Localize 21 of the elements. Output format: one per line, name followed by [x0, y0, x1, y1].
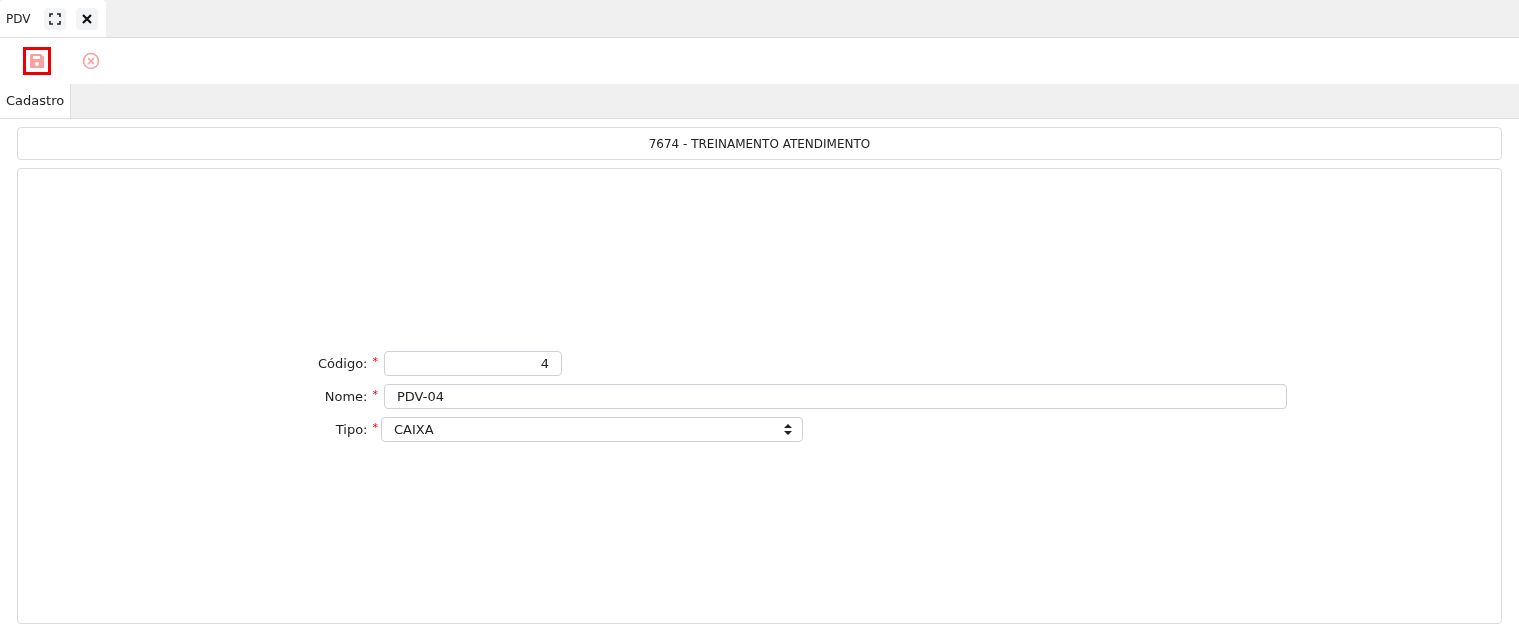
required-mark: *: [372, 386, 378, 403]
save-icon: [29, 53, 45, 69]
form-tab[interactable]: Cadastro: [0, 84, 72, 118]
field-label: Nome:: [324, 387, 368, 406]
field-label: Tipo:: [335, 420, 368, 439]
tab-label: PDV: [6, 10, 31, 28]
field-label: Código:: [318, 354, 368, 373]
maximize-button[interactable]: [44, 7, 67, 30]
required-mark: *: [372, 419, 378, 436]
input-field[interactable]: 4: [384, 351, 562, 376]
record-header: 7674 - TREINAMENTO ATENDIMENTO: [17, 127, 1502, 160]
close-button[interactable]: [76, 7, 99, 30]
select-field[interactable]: CAIXA: [381, 417, 803, 442]
save-button[interactable]: [23, 47, 51, 75]
expand-icon: [49, 12, 62, 25]
close-circle-icon: [82, 52, 100, 70]
input-field[interactable]: PDV-04: [384, 384, 1287, 409]
window-tab[interactable]: PDV: [0, 0, 107, 37]
sort-arrows-icon: [784, 424, 792, 435]
required-mark: *: [372, 353, 378, 370]
close-icon: [82, 13, 93, 24]
